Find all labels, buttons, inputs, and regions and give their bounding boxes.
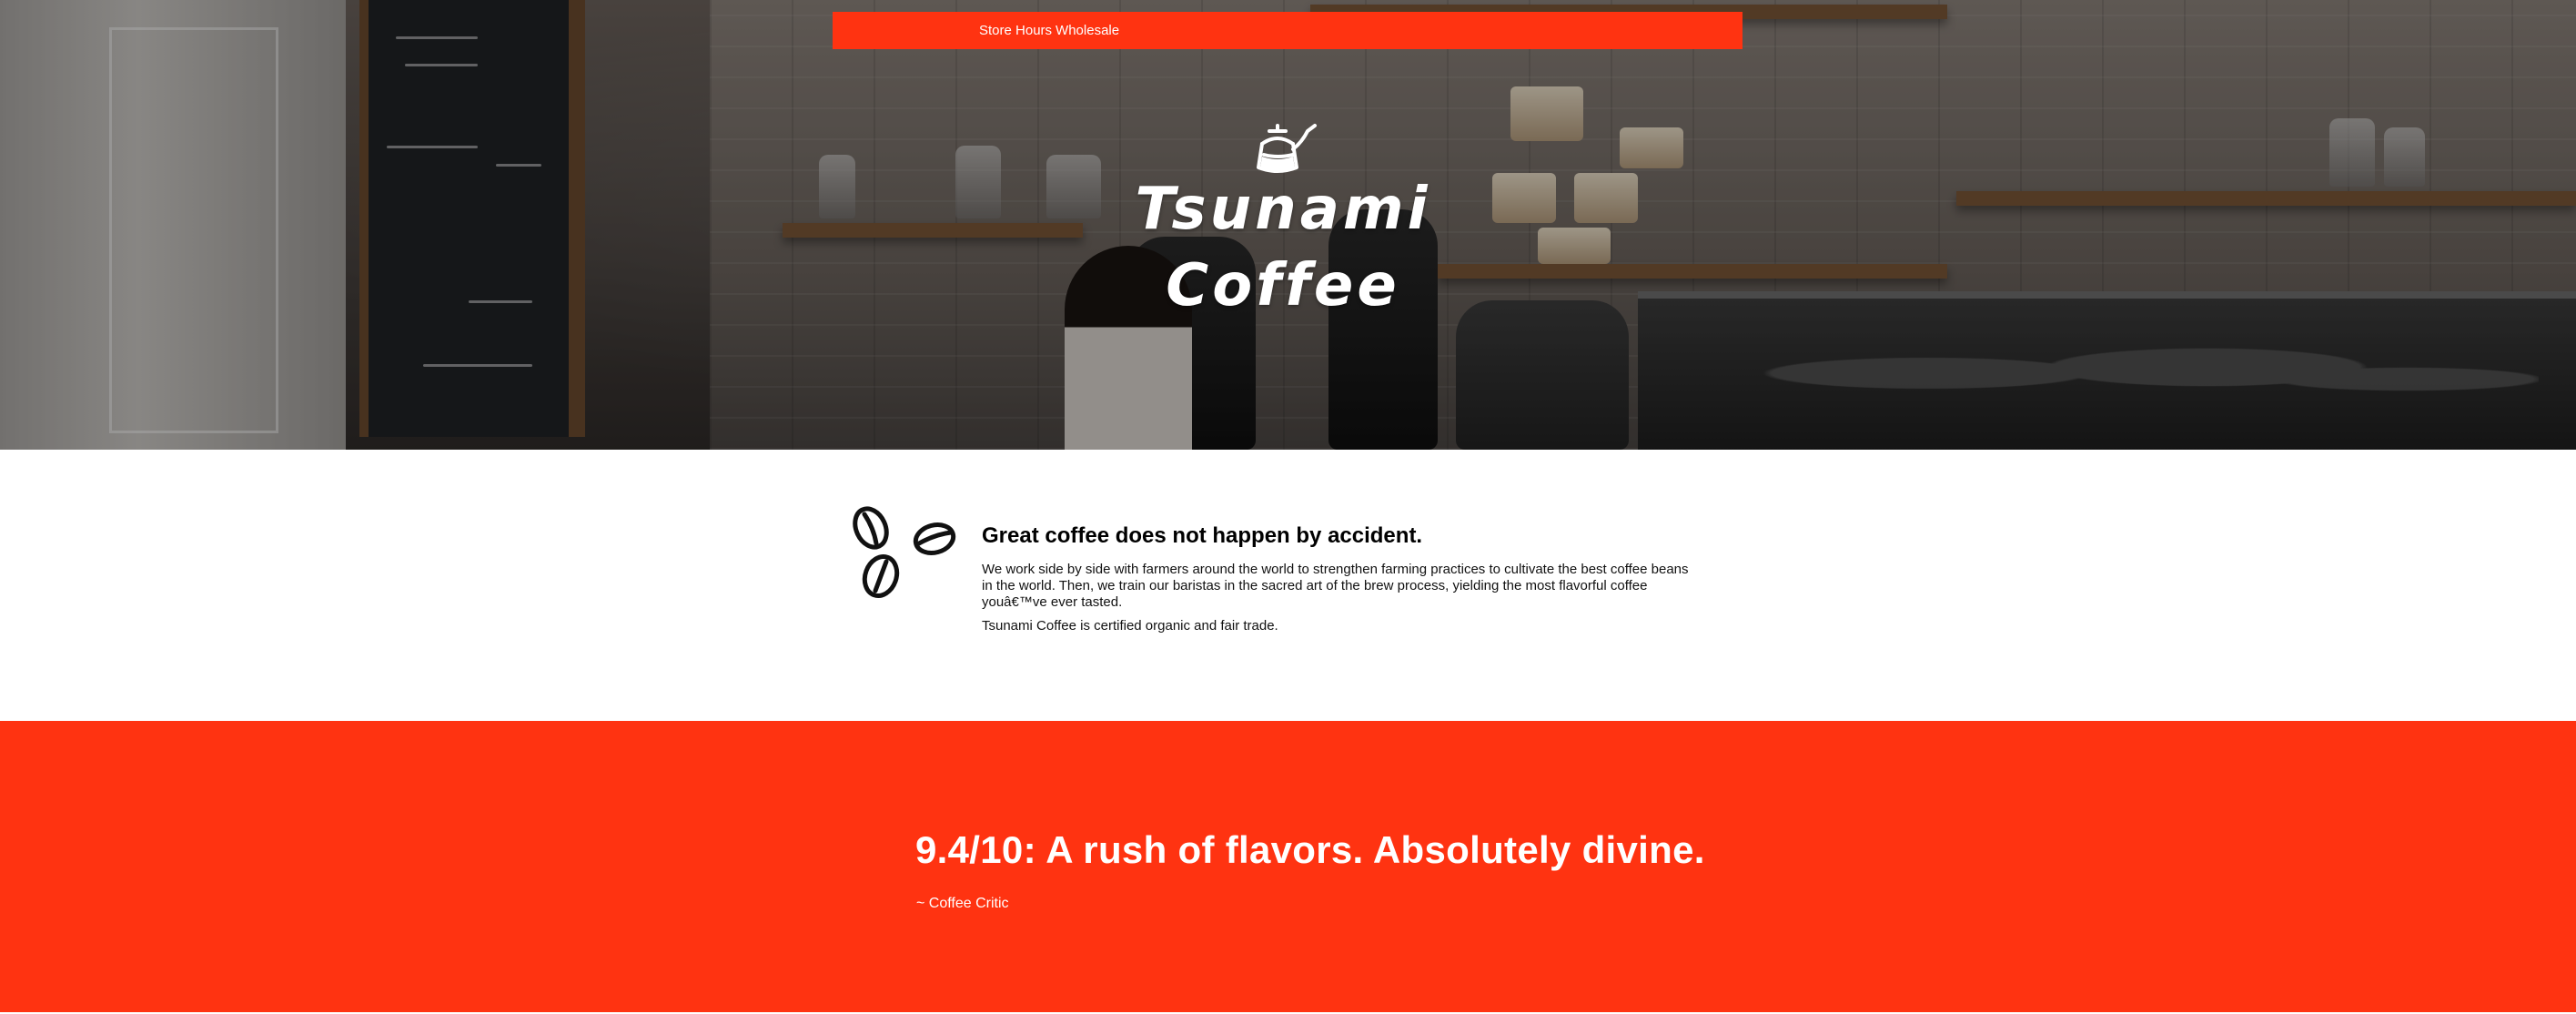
nav-link-wholesale[interactable]: Wholesale [1056,23,1119,38]
coffee-beans-icon [853,506,956,598]
about-heading: Great coffee does not happen by accident… [982,523,1423,548]
review-quote: 9.4/10: A rush of flavors. Absolutely di… [915,828,1705,871]
pour-over-kettle-icon [1257,124,1317,173]
brand-name: Tsunami Coffee [1092,171,1474,324]
top-nav: Store Hours Wholesale [833,12,1743,49]
certification-text: Tsunami Coffee is certified organic and … [982,618,1278,634]
about-paragraph: We work side by side with farmers around… [982,562,1689,610]
brand-name-line2: Coffee [1166,252,1400,319]
about-content: Great coffee does not happen by accident… [982,523,1701,642]
review-author: ~ Coffee Critic [916,896,1009,911]
hero-banner: Store Hours Wholesale Tsunami Coffee [0,0,2576,450]
nav-link-store-hours[interactable]: Store Hours [979,23,1052,38]
brand-logo[interactable]: Tsunami Coffee [1092,118,1474,319]
brand-name-line1: Tsunami [1135,176,1431,243]
